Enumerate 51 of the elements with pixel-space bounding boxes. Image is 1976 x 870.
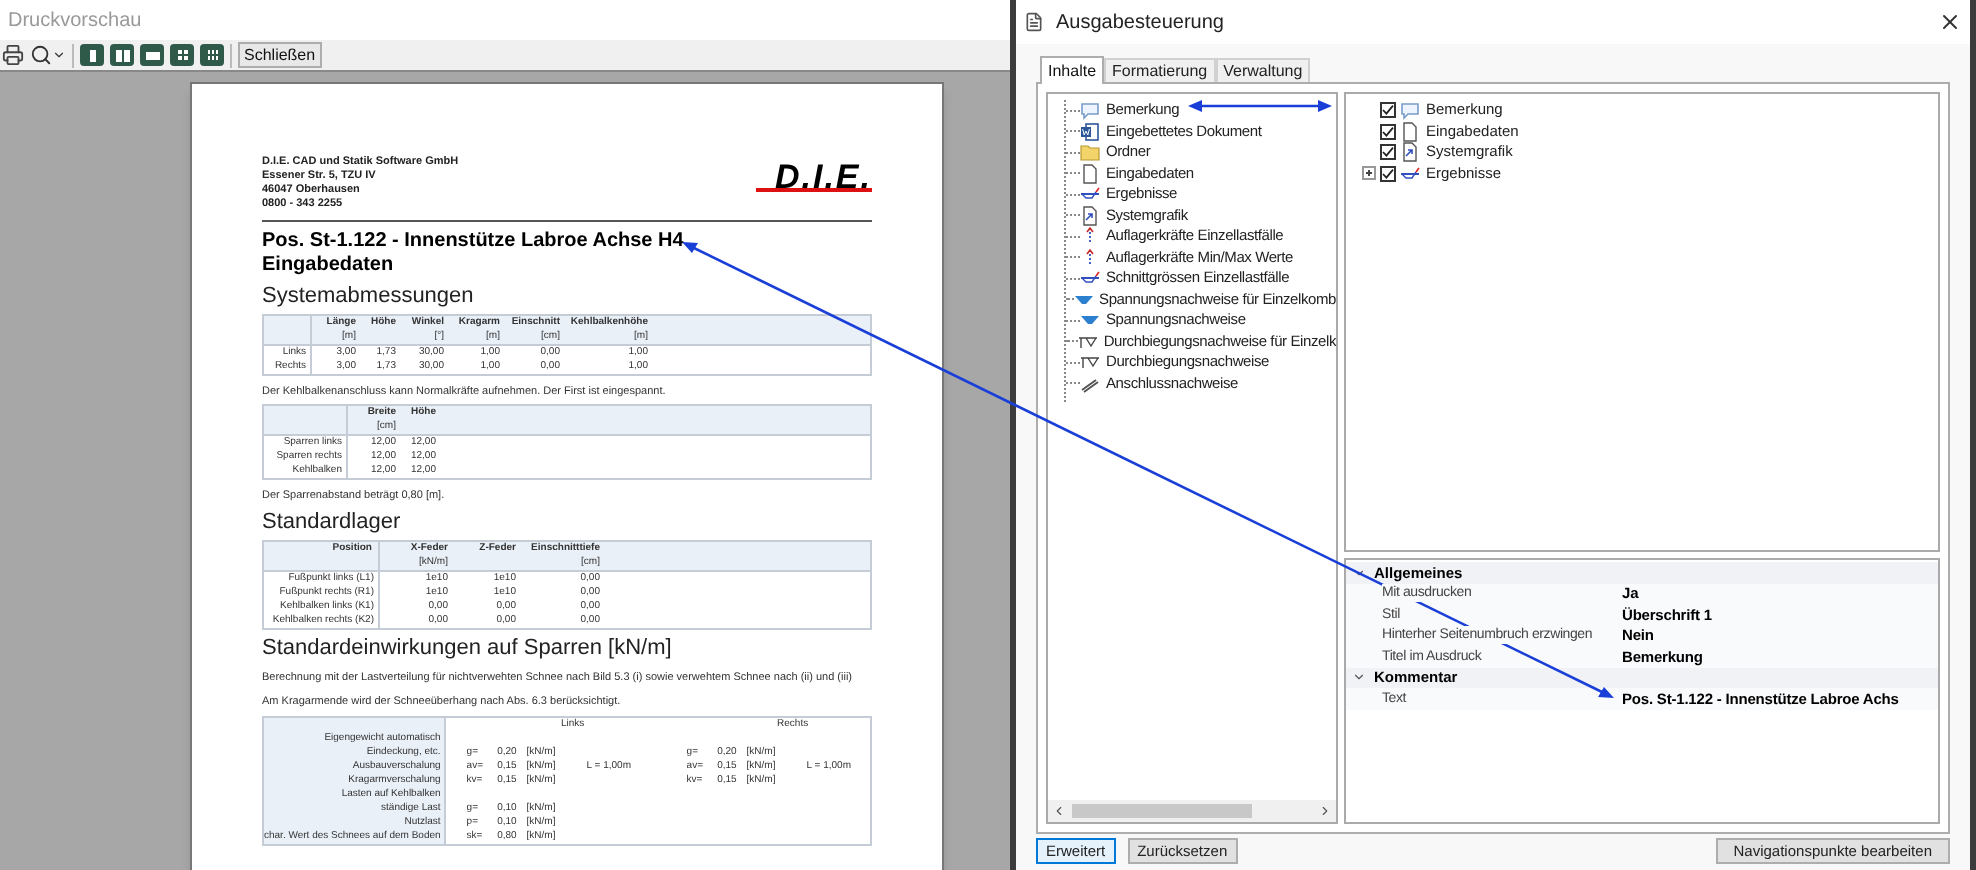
horizontal-scrollbar[interactable] (1048, 800, 1336, 822)
section-heading: Standardeinwirkungen auf Sparren [kN/m] (262, 636, 674, 662)
folder-icon (1080, 142, 1100, 163)
beam-diagram-icon (1400, 163, 1420, 184)
zoom-button[interactable] (30, 44, 66, 66)
company-logo: D.I.E. (756, 160, 872, 192)
double-headed-arrow (1188, 100, 1332, 112)
beam-diagram-icon (1080, 268, 1100, 289)
wide-page-icon[interactable] (140, 44, 164, 66)
dialog-title: Ausgabesteuerung (1056, 9, 1226, 37)
two-pages-icon[interactable] (110, 44, 134, 66)
tab[interactable]: Formatierung (1104, 58, 1216, 82)
support-force-icon (1080, 247, 1100, 268)
document-icon (1080, 163, 1100, 184)
section-heading: Standardlager (262, 510, 403, 536)
four-pages-icon[interactable] (170, 44, 194, 66)
print-icon[interactable] (2, 44, 24, 66)
close-icon[interactable] (1938, 10, 1962, 34)
expander-icon[interactable] (1362, 166, 1376, 181)
caret-icon (52, 48, 66, 62)
checkbox[interactable] (1380, 144, 1396, 161)
connection-icon (1080, 373, 1100, 394)
multi-page-icon[interactable] (200, 44, 224, 66)
window-title: Druckvorschau (8, 7, 142, 35)
document-title: Pos. St-1.122 - Innenstütze Labroe Achse H4 (262, 228, 686, 254)
collapse-icon[interactable] (1352, 565, 1366, 580)
deflection-diagram-icon (1080, 352, 1100, 373)
tab[interactable]: Verwaltung (1215, 58, 1311, 82)
support-force-icon (1080, 226, 1100, 247)
checkbox[interactable] (1380, 165, 1396, 182)
document-icon (1400, 121, 1420, 142)
speech-bubble-icon (1080, 100, 1100, 121)
scrollbar-thumb[interactable] (1072, 804, 1252, 818)
search-icon (30, 44, 52, 66)
single-page-icon[interactable] (80, 44, 104, 66)
speech-bubble-icon (1400, 100, 1420, 121)
scroll-left-icon[interactable] (1052, 804, 1066, 818)
beam-diagram-icon (1080, 184, 1100, 205)
close-preview-button[interactable]: Schließen (238, 42, 322, 68)
tab[interactable]: Inhalte (1040, 56, 1105, 84)
section-heading: Systemabmessungen (262, 284, 476, 310)
document-icon (1024, 12, 1044, 32)
deflection-diagram-icon (1077, 331, 1098, 352)
word-document-icon (1080, 121, 1100, 142)
graphic-document-icon (1400, 142, 1420, 163)
checkbox[interactable] (1380, 102, 1396, 119)
scroll-right-icon[interactable] (1318, 804, 1332, 818)
checkbox[interactable] (1380, 123, 1396, 140)
collapse-icon[interactable] (1352, 670, 1366, 685)
graphic-document-icon (1080, 205, 1100, 226)
document-subtitle: Eingabedaten (262, 254, 396, 278)
